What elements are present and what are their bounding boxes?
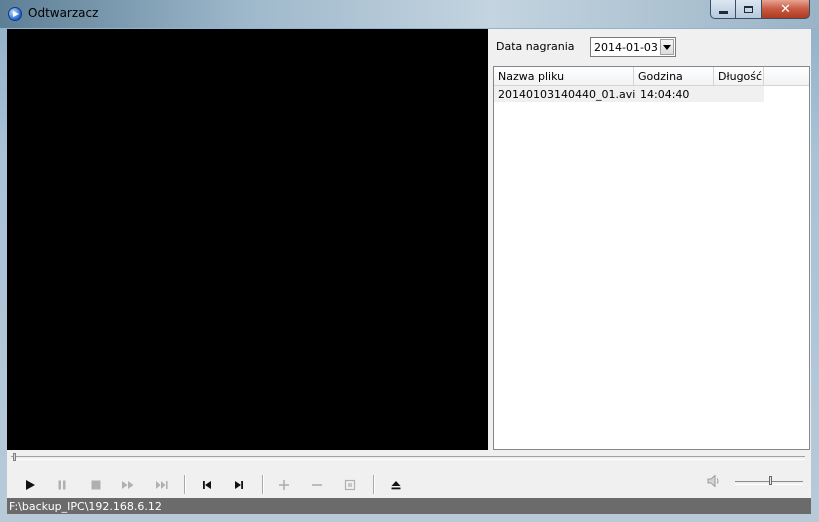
close-button[interactable]: ✕ [762, 0, 810, 19]
file-list-header: Nazwa pliku Godzina Długość [494, 67, 809, 86]
player-window: Odtwarzacz ✕ Data nagrania 2014-01-03 Na… [0, 0, 819, 522]
minimize-button[interactable] [710, 0, 736, 19]
seek-bar[interactable] [7, 450, 811, 464]
close-icon: ✕ [780, 1, 791, 17]
window-title: Odtwarzacz [28, 6, 99, 20]
previous-icon [203, 481, 211, 489]
chevron-down-icon[interactable] [660, 39, 674, 55]
eject-button[interactable] [383, 472, 409, 498]
previous-button[interactable] [194, 472, 220, 498]
pause-button[interactable] [49, 472, 75, 498]
skip-end-icon [156, 481, 168, 489]
fullscreen-button[interactable] [337, 472, 363, 498]
eject-icon [391, 481, 401, 490]
file-list: Nazwa pliku Godzina Długość 201401031404… [493, 66, 810, 450]
toolbar-separator [184, 475, 186, 494]
mute-button[interactable] [701, 468, 727, 494]
recordings-panel: Data nagrania 2014-01-03 Nazwa pliku God… [493, 29, 811, 450]
maximize-icon [744, 5, 753, 13]
fullscreen-icon [344, 479, 356, 491]
toolbar-separator [373, 475, 375, 494]
column-header-file-name[interactable]: Nazwa pliku [494, 67, 634, 85]
fast-forward-button[interactable] [115, 472, 141, 498]
next-button[interactable] [226, 472, 252, 498]
seek-handle[interactable] [13, 453, 16, 461]
speaker-icon [707, 474, 719, 488]
volume-handle[interactable] [769, 476, 772, 485]
recording-path: F:\backup_IPC\192.168.6.12 [9, 500, 162, 513]
plus-icon [279, 480, 289, 490]
next-icon [235, 481, 243, 489]
toolbar-separator [262, 475, 264, 494]
zoom-out-button[interactable] [304, 472, 330, 498]
recording-date-select[interactable]: 2014-01-03 [590, 37, 676, 57]
file-name-cell: 20140103140440_01.avi [498, 88, 636, 101]
play-button[interactable] [17, 472, 43, 498]
column-header-time[interactable]: Godzina [634, 67, 714, 85]
fast-forward-icon [122, 481, 134, 489]
column-header-duration[interactable]: Długość [714, 67, 764, 85]
client-area: Data nagrania 2014-01-03 Nazwa pliku God… [7, 29, 811, 514]
pause-icon [58, 480, 66, 490]
video-display[interactable] [7, 29, 488, 450]
maximize-button[interactable] [736, 0, 762, 19]
stop-button[interactable] [83, 472, 109, 498]
stop-icon [91, 480, 101, 490]
seek-track[interactable] [11, 456, 805, 460]
minimize-icon [718, 10, 728, 14]
zoom-in-button[interactable] [271, 472, 297, 498]
list-item[interactable]: 20140103140440_01.avi 14:04:40 [494, 86, 764, 102]
status-bar: F:\backup_IPC\192.168.6.12 [7, 498, 811, 514]
play-icon [26, 480, 35, 490]
playback-controls [7, 464, 811, 498]
recording-date-value: 2014-01-03 [594, 41, 658, 54]
player-app-icon [8, 7, 22, 21]
recording-date-label: Data nagrania [496, 40, 575, 53]
skip-end-button[interactable] [149, 472, 175, 498]
minus-icon [312, 484, 322, 486]
title-bar: Odtwarzacz ✕ [0, 0, 819, 28]
file-time-cell: 14:04:40 [640, 88, 690, 101]
